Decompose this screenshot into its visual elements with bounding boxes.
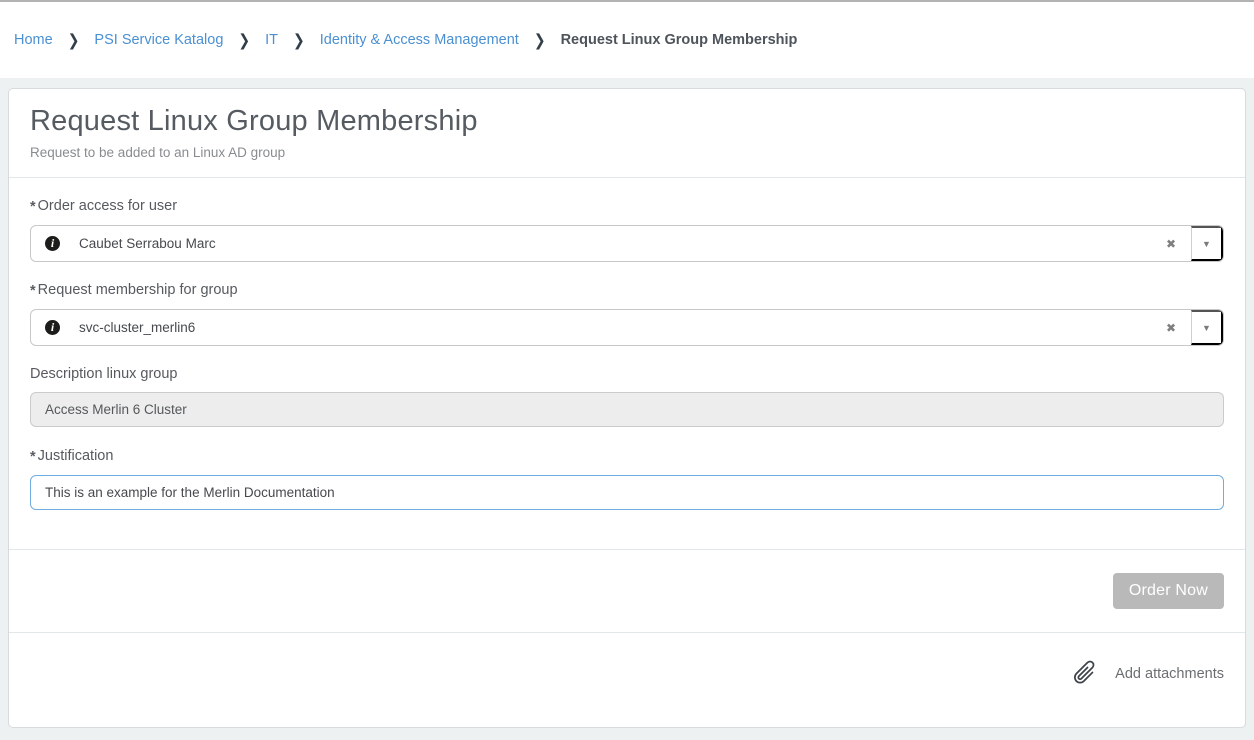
justification-field[interactable] <box>30 475 1224 510</box>
breadcrumb-it[interactable]: IT <box>265 32 278 48</box>
group-label: *Request membership for group <box>30 282 1224 299</box>
clear-icon[interactable]: ✖ <box>1158 310 1191 345</box>
chevron-right-icon: ❯ <box>293 30 305 50</box>
group-combobox[interactable]: i svc-cluster_merlin6 ✖ ▼ <box>30 309 1224 346</box>
breadcrumb-identity-access-management[interactable]: Identity & Access Management <box>320 32 519 48</box>
info-icon[interactable]: i <box>45 320 60 335</box>
add-attachments-label: Add attachments <box>1115 666 1224 682</box>
required-asterisk: * <box>30 449 36 465</box>
add-attachments-button[interactable]: Add attachments <box>1070 658 1224 689</box>
catalog-item-card: Request Linux Group Membership Request t… <box>8 88 1246 728</box>
justification-label: *Justification <box>30 448 1224 465</box>
required-asterisk: * <box>30 199 36 215</box>
required-asterisk: * <box>30 283 36 299</box>
field-description-linux-group: Description linux group <box>30 366 1224 427</box>
attachments-row: Add attachments <box>9 632 1245 727</box>
breadcrumb-bar: Home ❯ PSI Service Katalog ❯ IT ❯ Identi… <box>0 0 1254 78</box>
breadcrumb-current-page: Request Linux Group Membership <box>561 32 798 48</box>
description-label-text: Description linux group <box>30 366 178 382</box>
action-row: Order Now <box>9 549 1245 632</box>
field-order-access-for-user: *Order access for user i Caubet Serrabou… <box>30 198 1224 262</box>
page-title: Request Linux Group Membership <box>30 105 1224 138</box>
justification-label-text: Justification <box>38 448 114 464</box>
order-now-button[interactable]: Order Now <box>1113 573 1224 609</box>
field-justification: *Justification <box>30 448 1224 510</box>
breadcrumb-home[interactable]: Home <box>14 32 53 48</box>
field-request-membership-for-group: *Request membership for group i svc-clus… <box>30 282 1224 346</box>
chevron-right-icon: ❯ <box>68 30 80 50</box>
order-user-label: *Order access for user <box>30 198 1224 215</box>
chevron-right-icon: ❯ <box>534 30 546 50</box>
clear-icon[interactable]: ✖ <box>1158 226 1191 261</box>
description-label: Description linux group <box>30 366 1224 382</box>
group-combo-main: i svc-cluster_merlin6 <box>31 310 1158 345</box>
info-icon[interactable]: i <box>45 236 60 251</box>
page-subtitle: Request to be added to an Linux AD group <box>30 145 1224 160</box>
form-body: *Order access for user i Caubet Serrabou… <box>9 177 1245 549</box>
group-label-text: Request membership for group <box>38 282 238 298</box>
card-header: Request Linux Group Membership Request t… <box>9 89 1245 177</box>
caret-down-icon[interactable]: ▼ <box>1191 310 1223 345</box>
order-user-combobox[interactable]: i Caubet Serrabou Marc ✖ ▼ <box>30 225 1224 262</box>
paperclip-icon <box>1063 653 1105 695</box>
order-user-label-text: Order access for user <box>38 198 177 214</box>
caret-down-icon[interactable]: ▼ <box>1191 226 1223 261</box>
order-user-combo-main: i Caubet Serrabou Marc <box>31 226 1158 261</box>
breadcrumb-psi-service-katalog[interactable]: PSI Service Katalog <box>94 32 223 48</box>
order-user-value: Caubet Serrabou Marc <box>79 236 216 251</box>
group-value: svc-cluster_merlin6 <box>79 320 195 335</box>
breadcrumb: Home ❯ PSI Service Katalog ❯ IT ❯ Identi… <box>14 32 797 49</box>
description-field <box>30 392 1224 427</box>
chevron-right-icon: ❯ <box>238 30 250 50</box>
